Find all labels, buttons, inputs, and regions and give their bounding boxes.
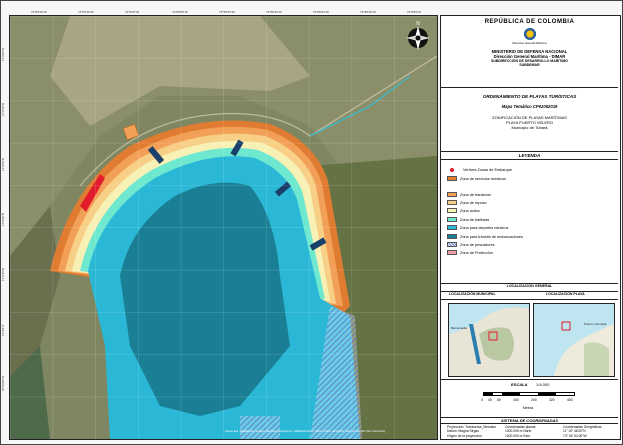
inset-city-label: Barranquilla [451, 326, 468, 330]
scale-tick-label: 400 [567, 398, 573, 402]
latitude-tick: 11°0'0"N [1, 324, 5, 336]
inset-municipal-map[interactable]: Barranquilla [448, 303, 530, 377]
north-label: N [416, 21, 420, 27]
scale-tick-row: 0 40 80 160 240 320 400 [481, 398, 581, 403]
scale-tick-label: 0 [481, 398, 483, 402]
legend-swatch [447, 200, 457, 205]
legend-swatch [447, 192, 457, 197]
legend-label: Vertices Zonas de Embarque [463, 168, 512, 172]
satellite-map: N [10, 16, 437, 439]
location-beach-label: LOCALIZACIÓN PLAYA [546, 292, 585, 296]
inset-box: Barranquilla Puerto Colombia [441, 300, 618, 380]
legend-label: Zona de bañistas [460, 217, 490, 222]
legend-item-deportes: Zona para deportes náuticos [447, 225, 508, 230]
inset-municipal-svg [449, 307, 529, 376]
inset-beach-map[interactable]: Puerto Colombia [533, 303, 615, 377]
longitude-tick: 74°58'40"W [219, 10, 235, 14]
legend-label: Zona para tránsito de embarcaciones [460, 234, 523, 239]
longitude-tick: 74°58'50"W [172, 10, 188, 14]
legend-item-activa: Zona activa [447, 208, 480, 213]
scale-ratio: 1:8.000 [536, 382, 550, 387]
coords-table: Proyección: Transversa_Mercator Coordenad… [441, 424, 618, 438]
legend-swatch [447, 217, 457, 222]
header-box: REPÚBLICA DE COLOMBIA Dirección General … [441, 16, 618, 88]
legend-label: Zona para deportes náuticos [460, 225, 509, 230]
latitude-tick: 11°0'30"N [1, 157, 5, 171]
scale-heading: ESCALA [511, 382, 528, 387]
longitude-tick: 74°58'20"W [313, 10, 329, 14]
legend-item-proteccion: Zona de Protección [447, 250, 493, 255]
scale-unit: Metros [523, 406, 534, 410]
longitude-tick: 74°58'0"W [407, 10, 422, 14]
municipality-title: Municipio de Tubará [511, 125, 548, 130]
scale-tick-label: 40 [488, 398, 492, 402]
legend-item-reposo: Zona de reposo [447, 200, 487, 205]
map-frame[interactable]: N Fuente Esri, DigitalGlobe, GeoEye, Ear… [9, 15, 438, 440]
legend-swatch [447, 242, 457, 247]
scale-tick-label: 320 [549, 398, 555, 402]
legend-item-vertice: Vertices Zonas de Embarque [447, 168, 512, 172]
logo-caption: Dirección General Marítima [512, 41, 547, 45]
location-municipal-label: LOCALIZACIÓN MUNICIPAL [449, 292, 496, 296]
longitude-tick: 74°58'10"W [360, 10, 376, 14]
legend-label: Zona de servicios turísticos [460, 176, 507, 181]
legend-swatch [447, 225, 457, 230]
coords-cell: 1000.000 m Este [505, 433, 530, 438]
legend-heading: LEYENDA [441, 152, 618, 160]
scale-tick-label: 80 [497, 398, 501, 402]
legend-swatch [450, 168, 454, 172]
longitude-tick: 74°59'0"W [125, 10, 140, 14]
legend-item-transito: Zona para tránsito de embarcaciones [447, 234, 523, 239]
subdirection-short: SUBDEMAR [519, 63, 540, 67]
legend-swatch [447, 208, 457, 213]
legend-label: Zona de reposo [460, 200, 487, 205]
legend-label: Zona de transición [460, 192, 492, 197]
scale-box: ESCALA 1:8.000 0 40 80 160 240 320 400 M… [441, 380, 618, 418]
longitude-tick: 74°59'10"W [78, 10, 94, 14]
legend-swatch [447, 250, 457, 255]
country-title: REPÚBLICA DE COLOMBIA [484, 19, 575, 25]
legend-item-transicion: Zona de transición [447, 192, 491, 197]
latitude-tick: 11°0'10"N [1, 267, 5, 281]
coords-cell: 74° 54' 54.00"W [563, 433, 587, 438]
scale-bar [483, 392, 575, 396]
title-box: ORDENAMIENTO DE PLAYAS TURÍSTICAS Mapa T… [441, 88, 618, 152]
map-number: Mapa Temático CP02052019 [501, 104, 558, 109]
legend-panel: REPÚBLICA DE COLOMBIA Dirección General … [440, 15, 621, 440]
inset-beach-svg [554, 321, 614, 376]
legend-box: LEYENDA Vertices Zonas de Embarque Zona d… [441, 152, 618, 284]
source-note: Fuente Esri, DigitalGlobe, GeoEye, Earth… [225, 430, 386, 433]
latitude-tick: 11°0'20"N [1, 212, 5, 226]
legend-item-servicios: Zona de servicios turísticos [447, 176, 506, 181]
map-main-title: ORDENAMIENTO DE PLAYAS TURÍSTICAS [482, 94, 577, 99]
inset-place-label: Puerto Colombia [584, 322, 607, 326]
latitude-tick: 11°0'50"N [1, 47, 5, 61]
graticule [10, 16, 437, 439]
location-sub-box: LOCALIZACIÓN MUNICIPAL LOCALIZACIÓN PLAY… [441, 292, 618, 300]
dimar-logo [521, 28, 538, 40]
legend-swatch [447, 234, 457, 239]
coords-cell: Origen de la proyección [447, 433, 482, 438]
scale-tick-label: 160 [513, 398, 519, 402]
legend-item-pescadores: Zona de pescadores [447, 242, 495, 247]
latitude-tick: 10°59'50"N [1, 375, 5, 391]
coords-box: SISTEMA DE COORDENADAS Proyección: Trans… [441, 418, 618, 439]
legend-item-banistas: Zona de bañistas [447, 217, 489, 222]
legend-label: Zona activa [460, 208, 480, 213]
location-heading-box: LOCALIZACIÓN GENERAL [441, 284, 618, 292]
longitude-tick: 74°59'20"W [31, 10, 47, 14]
longitude-tick: 74°58'30"W [266, 10, 282, 14]
map-sheet: N Fuente Esri, DigitalGlobe, GeoEye, Ear… [0, 0, 623, 445]
scale-tick-label: 240 [531, 398, 537, 402]
location-heading: LOCALIZACIÓN GENERAL [506, 284, 553, 288]
latitude-tick: 11°0'40"N [1, 102, 5, 116]
legend-label: Zona de Protección [460, 250, 493, 255]
legend-label: Zona de pescadores [460, 242, 495, 247]
legend-swatch [447, 176, 457, 181]
